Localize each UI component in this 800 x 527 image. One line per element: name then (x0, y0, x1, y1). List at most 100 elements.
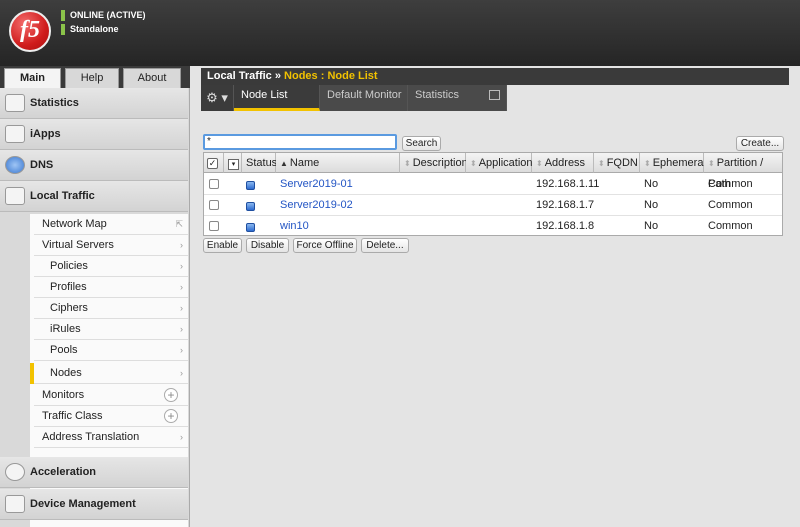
menu-label: Monitors (42, 389, 85, 401)
top-banner: f5 ONLINE (ACTIVE) Standalone (0, 0, 800, 66)
sidebar-section-acceleration[interactable]: Acceleration (0, 457, 188, 488)
header-address[interactable]: ⬍ Address (532, 153, 594, 173)
select-all-checkbox[interactable]: ✓ (207, 158, 218, 169)
section-label: Statistics (30, 97, 79, 109)
force-offline-button[interactable]: Force Offline (293, 238, 357, 253)
dropdown-icon[interactable]: ▾ (228, 159, 239, 170)
node-partition: Common (708, 178, 753, 190)
node-name-link[interactable]: Server2019-02 (280, 195, 353, 216)
section-label: Device Management (30, 498, 136, 510)
sort-icon: ⬍ (536, 159, 543, 168)
node-address: 192.168.1.7 (536, 199, 595, 211)
tab-node-list[interactable]: Node List (234, 85, 320, 111)
table-row[interactable]: Server2019-01 192.168.1.11 No Common (204, 174, 782, 195)
tab-help[interactable]: Help (65, 68, 119, 88)
gear-menu-icon[interactable]: ⚙ ▾ (201, 85, 234, 111)
sidebar-section-device-management[interactable]: Device Management (0, 489, 188, 520)
menu-irules[interactable]: iRules › (34, 319, 188, 340)
breadcrumb-current: Nodes : Node List (284, 70, 378, 82)
tab-statistics[interactable]: Statistics (408, 85, 507, 111)
chevron-right-icon: › (180, 345, 183, 355)
header-description[interactable]: ⬍ Description (400, 153, 468, 173)
node-status-icon (246, 181, 255, 190)
breadcrumb: Local Traffic » Nodes : Node List (201, 68, 789, 85)
node-partition: Common (708, 220, 753, 232)
menu-label: iRules (50, 323, 81, 335)
node-name-link[interactable]: Server2019-01 (280, 174, 353, 195)
sort-asc-icon: ▲ (280, 159, 288, 168)
tab-label: Statistics (415, 89, 460, 101)
node-ephemeral: No (644, 220, 659, 232)
select-all-header[interactable]: ✓ (204, 153, 224, 173)
sidebar-section-dns[interactable]: DNS (0, 150, 188, 181)
sidebar-section-statistics[interactable]: Statistics (0, 88, 188, 119)
acceleration-icon (5, 463, 25, 481)
statistics-icon (5, 94, 25, 112)
chevron-right-icon: › (180, 261, 183, 271)
menu-virtual-servers[interactable]: Virtual Servers › (34, 235, 188, 256)
device-management-icon (5, 495, 25, 513)
header-ephemeral[interactable]: ⬍ Ephemeral (640, 153, 706, 173)
delete-button[interactable]: Delete... (361, 238, 409, 253)
menu-address-translation[interactable]: Address Translation › (34, 427, 188, 448)
chevron-right-icon: › (180, 432, 183, 442)
menu-label: Ciphers (50, 302, 88, 314)
menu-network-map[interactable]: Network Map ⇱ (34, 214, 188, 235)
header-partition-path[interactable]: ⬍ Partition / Path (704, 153, 782, 190)
local-traffic-icon (5, 187, 25, 205)
menu-label: Address Translation (42, 431, 140, 443)
node-ephemeral: No (644, 178, 659, 190)
row-checkbox[interactable] (209, 179, 219, 189)
add-icon[interactable]: + (164, 388, 178, 402)
external-icon: ⇱ (175, 219, 183, 229)
menu-traffic-class[interactable]: Traffic Class + (34, 406, 188, 427)
row-checkbox[interactable] (209, 200, 219, 210)
filter-input[interactable]: * (203, 134, 397, 150)
table-row[interactable]: Server2019-02 192.168.1.7 No Common (204, 195, 782, 216)
menu-label: Pools (50, 344, 78, 356)
menu-monitors[interactable]: Monitors + (34, 385, 188, 406)
enable-button[interactable]: Enable (203, 238, 242, 253)
create-button[interactable]: Create... (736, 136, 784, 151)
menu-nodes[interactable]: Nodes › (34, 363, 188, 384)
breadcrumb-root[interactable]: Local Traffic (207, 70, 272, 82)
header-fqdn[interactable]: ⬍ FQDN (594, 153, 640, 173)
sort-icon: ⬍ (404, 159, 411, 168)
f5-logo: f5 (9, 10, 51, 52)
header-application[interactable]: ⬍ Application (466, 153, 533, 173)
header-status[interactable]: Status (242, 153, 277, 173)
section-label: Local Traffic (30, 190, 95, 202)
menu-label: Traffic Class (42, 410, 103, 422)
node-address: 192.168.1.11 (536, 178, 600, 190)
table-row[interactable]: win10 192.168.1.8 No Common (204, 216, 782, 237)
header-label: Name (289, 157, 320, 169)
chevron-right-icon: › (180, 240, 183, 250)
header-label: Description (412, 157, 468, 169)
tab-default-monitor[interactable]: Default Monitor (320, 85, 408, 111)
sidebar-section-iapps[interactable]: iApps (0, 119, 188, 150)
column-menu[interactable]: ▾ (224, 153, 242, 173)
menu-profiles[interactable]: Profiles › (34, 277, 188, 298)
search-button[interactable]: Search (402, 136, 441, 151)
disable-button[interactable]: Disable (246, 238, 289, 253)
chevron-right-icon: › (180, 324, 183, 334)
header-name[interactable]: ▲ Name (276, 153, 400, 173)
row-checkbox[interactable] (209, 221, 219, 231)
sort-icon: ⬍ (470, 159, 477, 168)
sidebar-section-local-traffic[interactable]: Local Traffic (0, 181, 188, 212)
section-label: iApps (30, 128, 61, 140)
node-name-link[interactable]: win10 (280, 216, 309, 237)
tab-about[interactable]: About (123, 68, 181, 88)
external-link-icon[interactable] (489, 90, 500, 100)
header-label: Address (544, 157, 586, 169)
sort-icon: ⬍ (644, 159, 651, 168)
menu-pools[interactable]: Pools › (34, 340, 188, 361)
menu-policies[interactable]: Policies › (34, 256, 188, 277)
chevron-right-icon: › (180, 368, 183, 378)
sort-icon: ⬍ (708, 159, 715, 168)
header-label: FQDN (606, 157, 638, 169)
add-icon[interactable]: + (164, 409, 178, 423)
tab-main[interactable]: Main (4, 68, 61, 88)
menu-ciphers[interactable]: Ciphers › (34, 298, 188, 319)
device-mode: Standalone (61, 24, 119, 35)
